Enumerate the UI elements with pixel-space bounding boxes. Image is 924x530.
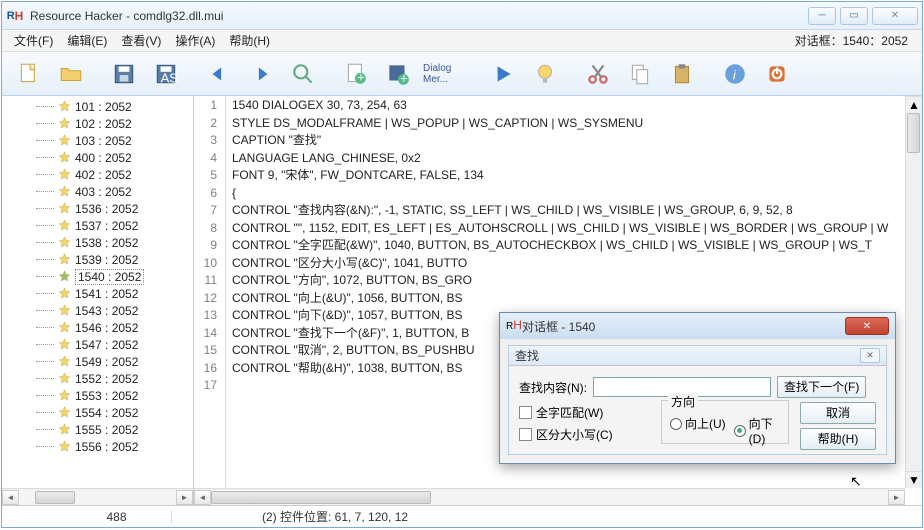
help-button[interactable]: 帮助(H) [800, 428, 876, 450]
editor-vscrollbar[interactable]: ▲ ▼ [905, 96, 922, 488]
status-col1: 488 [62, 510, 172, 524]
tree-item-1546[interactable]: 1546 : 2052 [36, 319, 193, 336]
tree-item-1539[interactable]: 1539 : 2052 [36, 251, 193, 268]
dialog-title: 对话框 - 1540 [522, 318, 845, 335]
info-icon[interactable]: i [718, 57, 752, 91]
cancel-button[interactable]: 取消 [800, 402, 876, 424]
svg-text:AS: AS [161, 70, 179, 85]
direction-group: 方向 向上(U) 向下(D) ↖ [661, 400, 789, 444]
tree-item-1537[interactable]: 1537 : 2052 [36, 217, 193, 234]
tree-item-1552[interactable]: 1552 : 2052 [36, 370, 193, 387]
dialog-app-icon: RH [506, 318, 522, 334]
statusbar: 488 (2) 控件位置: 61, 7, 120, 12 [2, 505, 922, 527]
editor-hscrollbar[interactable]: ◄► [194, 488, 905, 505]
minimize-button[interactable]: ─ [808, 7, 836, 25]
play-icon[interactable] [486, 57, 520, 91]
inner-close-button[interactable]: ✕ [860, 348, 880, 363]
menu-help[interactable]: 帮助(H) [223, 30, 276, 51]
add-resource-icon[interactable]: + [381, 57, 415, 91]
tree-item-1554[interactable]: 1554 : 2052 [36, 404, 193, 421]
paste-icon[interactable] [665, 57, 699, 91]
new-icon[interactable] [12, 57, 46, 91]
menubar: 文件(F) 编辑(E) 查看(V) 操作(A) 帮助(H) 对话框：1540：2… [2, 30, 922, 52]
tree-item-400[interactable]: 400 : 2052 [36, 149, 193, 166]
tree-item-402[interactable]: 402 : 2052 [36, 166, 193, 183]
resource-tree[interactable]: 101 : 2052102 : 2052103 : 2052400 : 2052… [2, 96, 194, 505]
tree-item-1536[interactable]: 1536 : 2052 [36, 200, 193, 217]
dialog-titlebar[interactable]: RH 对话框 - 1540 ✕ [500, 313, 895, 339]
menu-action[interactable]: 操作(A) [169, 30, 221, 51]
dialog-preview-window[interactable]: RH 对话框 - 1540 ✕ 查找 ✕ 查找内容(N): 查找下一个(F) 全… [499, 312, 896, 464]
menu-right-label: 对话框：1540：2052 [795, 32, 916, 49]
add-file-icon[interactable]: + [339, 57, 373, 91]
tree-item-1553[interactable]: 1553 : 2052 [36, 387, 193, 404]
power-icon[interactable] [760, 57, 794, 91]
open-icon[interactable] [54, 57, 88, 91]
find-label: 查找内容(N): [519, 379, 587, 396]
svg-text:+: + [357, 69, 365, 84]
tree-item-1541[interactable]: 1541 : 2052 [36, 285, 193, 302]
window-title: Resource Hacker - comdlg32.dll.mui [30, 9, 808, 23]
save-as-icon[interactable]: AS [149, 57, 183, 91]
tree-item-1549[interactable]: 1549 : 2052 [36, 353, 193, 370]
menu-view[interactable]: 查看(V) [115, 30, 167, 51]
radio-down-label: 向下(D) [749, 415, 788, 446]
menu-file[interactable]: 文件(F) [8, 30, 59, 51]
search-icon[interactable] [286, 57, 320, 91]
find-next-button[interactable]: 查找下一个(F) [777, 376, 866, 398]
titlebar[interactable]: RH Resource Hacker - comdlg32.dll.mui ─ … [2, 2, 922, 30]
line-gutter: 1234567891011121314151617 [194, 96, 226, 505]
tree-item-1543[interactable]: 1543 : 2052 [36, 302, 193, 319]
app-icon: RH [6, 7, 24, 25]
status-col2: (2) 控件位置: 61, 7, 120, 12 [172, 508, 922, 525]
cut-icon[interactable] [581, 57, 615, 91]
tree-item-103[interactable]: 103 : 2052 [36, 132, 193, 149]
svg-text:+: + [400, 70, 408, 85]
toolbar: AS + + Dialog Mer... i [2, 52, 922, 96]
tree-item-1547[interactable]: 1547 : 2052 [36, 336, 193, 353]
save-icon[interactable] [107, 57, 141, 91]
tree-item-1538[interactable]: 1538 : 2052 [36, 234, 193, 251]
whole-word-checkbox[interactable] [519, 406, 532, 419]
tree-item-1540[interactable]: 1540 : 2052 [36, 268, 193, 285]
radio-up[interactable] [670, 418, 682, 430]
maximize-button[interactable]: ▭ [840, 7, 868, 25]
undo-icon[interactable] [202, 57, 236, 91]
dialog-close-button[interactable]: ✕ [845, 317, 889, 335]
inner-dialog-title: 查找 [515, 347, 860, 364]
close-button[interactable]: ✕ [872, 7, 918, 25]
inner-dialog: 查找 ✕ 查找内容(N): 查找下一个(F) 全字匹配(W) 区分大小写(C) … [508, 345, 887, 455]
menu-edit[interactable]: 编辑(E) [61, 30, 113, 51]
tree-item-1556[interactable]: 1556 : 2052 [36, 438, 193, 455]
direction-label: 方向 [668, 393, 698, 410]
tree-item-101[interactable]: 101 : 2052 [36, 98, 193, 115]
match-case-checkbox[interactable] [519, 428, 532, 441]
copy-icon[interactable] [623, 57, 657, 91]
radio-up-label: 向上(U) [685, 415, 726, 432]
tree-item-102[interactable]: 102 : 2052 [36, 115, 193, 132]
radio-down[interactable] [734, 425, 746, 437]
whole-word-label: 全字匹配(W) [536, 404, 603, 421]
tree-item-403[interactable]: 403 : 2052 [36, 183, 193, 200]
dialog-menu-button[interactable]: Dialog Mer... [423, 57, 467, 91]
match-case-label: 区分大小写(C) [536, 426, 613, 443]
redo-icon[interactable] [244, 57, 278, 91]
bulb-icon[interactable] [528, 57, 562, 91]
tree-hscrollbar[interactable]: ◄► [2, 488, 193, 505]
tree-item-1555[interactable]: 1555 : 2052 [36, 421, 193, 438]
